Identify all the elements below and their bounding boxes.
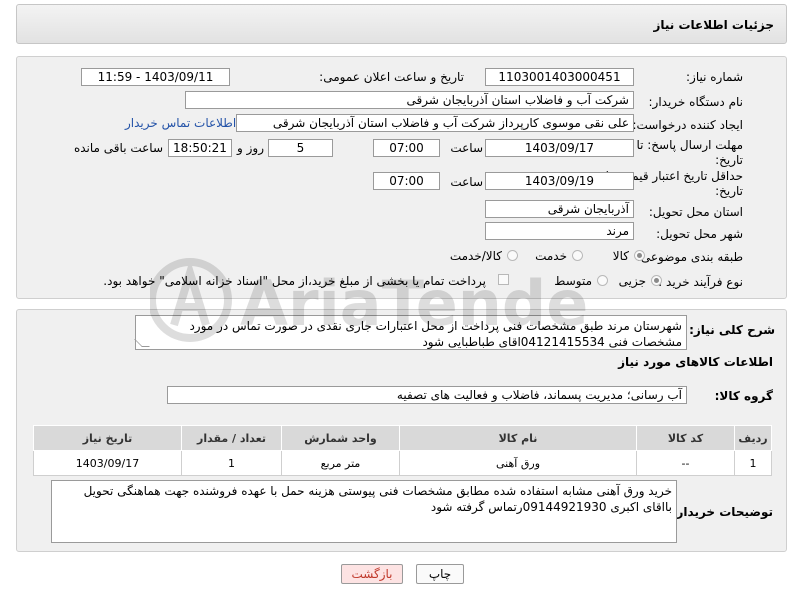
category-radio-goods[interactable]: [634, 250, 645, 261]
city-field: مرند: [485, 222, 634, 240]
need-number-field: 1103001403000451: [485, 68, 634, 86]
validity-label-date: تاریخ:: [715, 184, 743, 198]
cell-row: 1: [734, 450, 772, 476]
table-row[interactable]: 1 -- ورق آهنی متر مربع 1 1403/09/17: [33, 450, 772, 476]
purchase-type-label: نوع فرآیند خرید :: [658, 275, 743, 289]
purchase-radio-medium[interactable]: [597, 275, 608, 286]
category-radio-goods-service[interactable]: [507, 250, 518, 261]
cell-name: ورق آهنی: [399, 450, 637, 476]
deadline-days-field: 5: [268, 139, 333, 157]
need-number-label: شماره نیاز:: [686, 70, 743, 84]
buyer-notes-label: توضیحات خریدار:: [671, 505, 773, 519]
requester-label: ایجاد کننده درخواست:: [632, 118, 743, 132]
buyer-org-field: شرکت آب و فاضلاب استان آذربایجان شرقی: [185, 91, 634, 109]
category-radio-service[interactable]: [572, 250, 583, 261]
col-qty: تعداد / مقدار: [181, 425, 282, 451]
goods-section-title: اطلاعات کالاهای مورد نیاز: [618, 355, 773, 369]
print-button[interactable]: چاپ: [416, 564, 464, 584]
cell-date: 1403/09/17: [33, 450, 182, 476]
col-unit: واحد شمارش: [281, 425, 400, 451]
page-title: جزئیات اطلاعات نیاز: [653, 18, 774, 32]
deadline-label: مهلت ارسال پاسخ: تا: [636, 138, 743, 152]
requester-field: علی نقی موسوی کارپرداز شرکت آب و فاضلاب …: [236, 114, 634, 132]
buyer-contact-link[interactable]: اطلاعات تماس خریدار: [125, 116, 236, 130]
purchase-option-minor: جزیی: [618, 274, 646, 288]
validity-date-field: 1403/09/19: [485, 172, 634, 190]
category-option-goods-service: کالا/خدمت: [449, 249, 502, 263]
description-label: شرح کلی نیاز:: [689, 323, 775, 337]
goods-table-header: ردیف کد کالا نام کالا واحد شمارش تعداد /…: [33, 425, 772, 451]
page-header: جزئیات اطلاعات نیاز: [16, 4, 787, 44]
category-option-service: خدمت: [535, 249, 567, 263]
col-code: کد کالا: [636, 425, 735, 451]
province-field: آذربایجان شرقی: [485, 200, 634, 218]
category-option-goods: کالا: [612, 249, 629, 263]
deadline-label-date: تاریخ:: [715, 153, 743, 167]
cell-code: --: [636, 450, 735, 476]
buyer-notes-text: خرید ورق آهنی مشابه استفاده شده مطابق مش…: [83, 484, 672, 514]
col-row: ردیف: [734, 425, 772, 451]
goods-table: ردیف کد کالا نام کالا واحد شمارش تعداد /…: [33, 425, 772, 476]
back-button[interactable]: بازگشت: [341, 564, 403, 584]
cell-unit: متر مربع: [281, 450, 400, 476]
description-textarea: شهرستان مرند طبق مشخصات فنی پرداخت از مح…: [134, 315, 687, 350]
goods-group-field: آب رسانی؛ مدیریت پسماند، فاضلاب و فعالیت…: [167, 386, 687, 404]
remaining-time-field: 18:50:21: [168, 139, 232, 157]
resize-handle-icon[interactable]: [134, 339, 150, 347]
col-name: نام کالا: [399, 425, 637, 451]
announce-datetime-label: تاریخ و ساعت اعلان عمومی:: [319, 70, 464, 84]
cell-qty: 1: [181, 450, 282, 476]
validity-time-label: ساعت: [450, 175, 483, 189]
goods-group-label: گروه کالا:: [714, 389, 773, 403]
col-date: تاریخ نیاز: [33, 425, 182, 451]
city-label: شهر محل تحویل:: [656, 227, 743, 241]
category-label: طبقه بندی موضوعی:: [636, 250, 743, 264]
treasury-checkbox[interactable]: [498, 274, 509, 285]
deadline-time-field: 07:00: [373, 139, 440, 157]
description-text: شهرستان مرند طبق مشخصات فنی پرداخت از مح…: [189, 319, 682, 349]
purchase-radio-minor[interactable]: [651, 275, 662, 286]
deadline-date-field: 1403/09/17: [485, 139, 634, 157]
validity-time-field: 07:00: [373, 172, 440, 190]
province-label: استان محل تحویل:: [648, 205, 743, 219]
buyer-notes-textarea: خرید ورق آهنی مشابه استفاده شده مطابق مش…: [51, 480, 677, 543]
remaining-time-label: ساعت باقی مانده: [73, 141, 163, 155]
treasury-note: پرداخت تمام یا بخشی از مبلغ خرید،از محل …: [103, 274, 486, 288]
buyer-org-label: نام دستگاه خریدار:: [648, 95, 744, 109]
deadline-time-label: ساعت: [450, 141, 483, 155]
deadline-days-label: روز و: [237, 141, 264, 155]
announce-datetime-field: 1403/09/11 - 11:59: [81, 68, 230, 86]
purchase-option-medium: متوسط: [554, 274, 592, 288]
